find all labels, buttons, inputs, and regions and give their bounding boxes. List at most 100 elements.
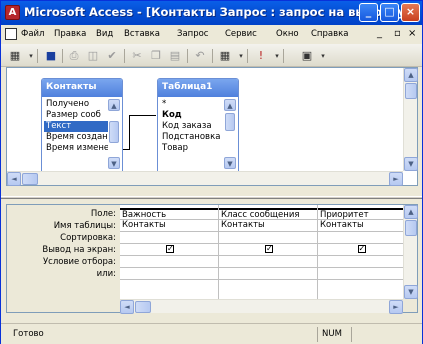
scroll-left-icon[interactable]: ◄ (120, 300, 134, 314)
grid-cell-sort[interactable] (219, 232, 317, 244)
view-icon[interactable]: ▦ (7, 48, 23, 64)
upper-horizontal-scrollbar[interactable]: ◄ ► (7, 171, 403, 186)
grid-cell-sort[interactable] (120, 232, 218, 244)
scroll-thumb[interactable] (109, 121, 119, 143)
field-item[interactable]: Подстановка (160, 132, 224, 143)
scroll-thumb[interactable] (135, 301, 151, 313)
mdi-restore-button[interactable]: ▫ (394, 28, 401, 39)
field-item-all[interactable]: * (160, 99, 224, 110)
grid-column[interactable]: Класс сообщения Контакты ✓ (219, 205, 318, 299)
scroll-right-icon[interactable]: ► (389, 172, 403, 186)
save-icon[interactable]: ■ (43, 48, 59, 64)
scroll-up-icon[interactable]: ▲ (404, 205, 418, 219)
grid-cell-field[interactable]: Приоритет (318, 208, 403, 220)
show-checkbox[interactable]: ✓ (265, 245, 273, 253)
field-item[interactable]: Получено (44, 99, 108, 110)
field-item-key[interactable]: Код (160, 110, 224, 121)
pane-splitter[interactable] (1, 196, 422, 199)
undo-icon[interactable]: ↶ (192, 48, 208, 64)
spelling-icon[interactable]: ✔ (104, 48, 120, 64)
scroll-down-icon[interactable]: ▼ (224, 157, 236, 169)
paste-icon[interactable]: ▤ (167, 48, 183, 64)
join-line-end[interactable] (129, 115, 156, 116)
grid-cell-criteria[interactable] (219, 256, 317, 268)
run-icon[interactable]: ! (253, 48, 269, 64)
field-list-scrollbar[interactable]: ▲ ▼ (108, 99, 121, 169)
scroll-thumb[interactable] (405, 83, 417, 99)
show-table-icon[interactable]: ▣ (299, 48, 315, 64)
grid-vertical-scrollbar[interactable]: ▲ ▼ (403, 205, 418, 299)
grid-horizontal-scrollbar[interactable]: ◄ ► (120, 299, 403, 314)
grid-cell-show[interactable]: ✓ (120, 244, 218, 256)
grid-cell-criteria[interactable] (120, 256, 218, 268)
mdi-close-button[interactable]: × (408, 28, 416, 39)
grid-cell-show[interactable]: ✓ (219, 244, 317, 256)
scroll-right-icon[interactable]: ► (389, 300, 403, 314)
grid-cell-or[interactable] (318, 268, 403, 280)
menu-help[interactable]: Справка (311, 29, 348, 39)
field-list-title[interactable]: Таблица1 (158, 79, 238, 97)
grid-cell-field[interactable]: Важность (120, 208, 218, 220)
field-item[interactable]: Товар (160, 143, 224, 154)
show-checkbox[interactable]: ✓ (357, 245, 366, 253)
menu-view[interactable]: Вид (96, 29, 113, 39)
status-text: Готово (13, 329, 44, 339)
query-type-icon[interactable]: ▦ (217, 48, 233, 64)
menu-query[interactable]: Запрос (177, 29, 209, 39)
field-item[interactable]: Время изменен (44, 143, 108, 154)
field-item-selected[interactable]: Текст (44, 121, 108, 132)
field-list-title[interactable]: Контакты (42, 79, 122, 97)
minimize-button[interactable]: _ (359, 3, 378, 22)
menu-file[interactable]: Файл (21, 29, 44, 39)
grid-cell-field[interactable]: Класс сообщения (219, 208, 317, 220)
menu-window[interactable]: Окно (276, 29, 299, 39)
scroll-thumb[interactable] (225, 113, 235, 131)
print-preview-icon[interactable]: ◫ (85, 48, 101, 64)
upper-vertical-scrollbar[interactable]: ▲ ▼ (403, 68, 418, 171)
menu-insert[interactable]: Вставка (124, 29, 160, 39)
menu-edit[interactable]: Правка (54, 29, 86, 39)
field-item[interactable]: Код заказа (160, 121, 224, 132)
print-icon[interactable]: ⎙ (66, 48, 82, 64)
cut-icon[interactable]: ✂ (129, 48, 145, 64)
window-title: Microsoft Access - [Контакты Запрос : за… (24, 5, 411, 19)
grid-cell-or[interactable] (219, 268, 317, 280)
mdi-minimize-button[interactable]: _ (377, 28, 382, 39)
scroll-left-icon[interactable]: ◄ (7, 172, 21, 186)
copy-icon[interactable]: ❐ (148, 48, 164, 64)
grid-column[interactable]: Приоритет Контакты ✓ (318, 205, 403, 299)
grid-cell-table[interactable]: Контакты (120, 220, 218, 232)
scroll-down-icon[interactable]: ▼ (108, 157, 120, 169)
grid-cell-criteria[interactable] (318, 256, 403, 268)
grid-cell-or[interactable] (120, 268, 218, 280)
field-item[interactable]: Время создан (44, 132, 108, 143)
grid-cell-table[interactable]: Контакты (219, 220, 317, 232)
maximize-button[interactable]: □ (380, 3, 399, 22)
grid-cell-table[interactable]: Контакты (318, 220, 403, 232)
scroll-up-icon[interactable]: ▲ (224, 99, 236, 111)
scroll-thumb[interactable] (405, 220, 417, 236)
join-line-vertical[interactable] (129, 115, 130, 150)
field-list-table1[interactable]: Таблица1 * Код Код заказа Подстановка То… (157, 78, 239, 174)
scroll-down-icon[interactable]: ▼ (404, 285, 418, 299)
access-key-icon[interactable]: A (5, 5, 20, 20)
field-item[interactable]: Размер сооб (44, 110, 108, 121)
scroll-down-icon[interactable]: ▼ (404, 157, 418, 171)
title-bar[interactable]: A Microsoft Access - [Контакты Запрос : … (1, 1, 422, 25)
scroll-thumb[interactable] (22, 173, 38, 185)
query-grid[interactable]: Важность Контакты ✓ Класс сообщения Конт… (120, 205, 403, 314)
scroll-up-icon[interactable]: ▲ (108, 99, 120, 111)
row-label-table: Имя таблицы: (53, 221, 116, 231)
close-button[interactable]: × (401, 3, 420, 22)
show-checkbox[interactable]: ✓ (166, 245, 174, 253)
table-pane[interactable]: Контакты Получено Размер сооб Текст Врем… (6, 67, 418, 186)
show-table-dropdown-icon[interactable]: ▾ (315, 48, 331, 64)
grid-cell-show[interactable]: ✓ (318, 244, 403, 256)
field-list-contacts[interactable]: Контакты Получено Размер сооб Текст Врем… (41, 78, 123, 174)
query-window-icon[interactable] (5, 28, 17, 40)
scroll-up-icon[interactable]: ▲ (404, 68, 418, 82)
field-list-scrollbar[interactable]: ▲ ▼ (224, 99, 237, 169)
grid-column[interactable]: Важность Контакты ✓ (120, 205, 219, 299)
menu-tools[interactable]: Сервис (225, 29, 257, 39)
grid-cell-sort[interactable] (318, 232, 403, 244)
